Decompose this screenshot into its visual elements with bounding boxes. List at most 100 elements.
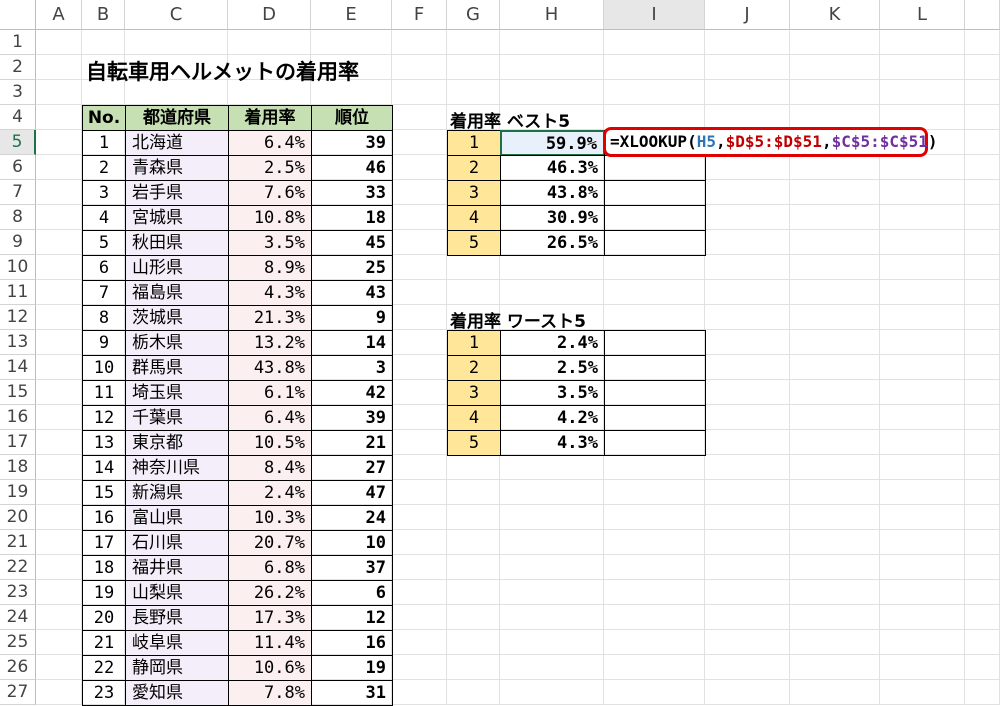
worst5-rate-cell[interactable]: 4.2% [500, 405, 605, 431]
worst5-rank-cell[interactable]: 2 [447, 355, 501, 381]
best5-rate-cell[interactable]: 26.5% [500, 230, 605, 256]
row-header-6[interactable]: 6 [0, 155, 36, 180]
worst5-rank-cell[interactable]: 3 [447, 380, 501, 406]
worst5-rank-cell[interactable]: 5 [447, 430, 501, 456]
column-header-L[interactable]: L [880, 0, 965, 30]
table-cell-rate[interactable]: 8.4% [228, 455, 312, 481]
column-header-A[interactable]: A [36, 0, 82, 30]
table-cell-prefecture[interactable]: 山梨県 [125, 580, 229, 606]
row-header-4[interactable]: 4 [0, 105, 36, 130]
table-cell-rank[interactable]: 19 [311, 655, 393, 681]
column-header-G[interactable]: G [447, 0, 500, 30]
column-header-C[interactable]: C [125, 0, 228, 30]
column-header-K[interactable]: K [790, 0, 880, 30]
table-cell-rank[interactable]: 10 [311, 530, 393, 556]
table-cell-prefecture[interactable]: 群馬県 [125, 355, 229, 381]
table-cell-no[interactable]: 18 [82, 555, 126, 581]
worst5-rate-cell[interactable]: 4.3% [500, 430, 605, 456]
table-cell-rank[interactable]: 21 [311, 430, 393, 456]
table-cell-rank[interactable]: 18 [311, 205, 393, 231]
row-header-9[interactable]: 9 [0, 230, 36, 255]
table-cell-no[interactable]: 13 [82, 430, 126, 456]
table-cell-rate[interactable]: 17.3% [228, 605, 312, 631]
column-header-F[interactable]: F [392, 0, 447, 30]
table-cell-rate[interactable]: 6.8% [228, 555, 312, 581]
table-cell-rank[interactable]: 46 [311, 155, 393, 181]
table-header-cell[interactable]: 順位 [311, 105, 393, 131]
table-cell-no[interactable]: 11 [82, 380, 126, 406]
table-cell-rate[interactable]: 10.3% [228, 505, 312, 531]
table-cell-rate[interactable]: 7.8% [228, 680, 312, 706]
table-cell-prefecture[interactable]: 東京都 [125, 430, 229, 456]
table-cell-rank[interactable]: 33 [311, 180, 393, 206]
table-cell-no[interactable]: 12 [82, 405, 126, 431]
row-header-23[interactable]: 23 [0, 580, 36, 605]
table-cell-no[interactable]: 2 [82, 155, 126, 181]
best5-rank-cell[interactable]: 2 [447, 155, 501, 181]
best5-prefecture-cell[interactable] [604, 205, 706, 231]
worst5-prefecture-cell[interactable] [604, 330, 706, 356]
table-cell-prefecture[interactable]: 石川県 [125, 530, 229, 556]
table-cell-prefecture[interactable]: 茨城県 [125, 305, 229, 331]
table-cell-rank[interactable]: 39 [311, 130, 393, 156]
table-cell-rate[interactable]: 7.6% [228, 180, 312, 206]
table-cell-prefecture[interactable]: 宮城県 [125, 205, 229, 231]
table-cell-no[interactable]: 8 [82, 305, 126, 331]
row-header-10[interactable]: 10 [0, 255, 36, 280]
table-header-cell[interactable]: 着用率 [228, 105, 312, 131]
column-header-M[interactable] [965, 0, 1000, 30]
table-cell-prefecture[interactable]: 新潟県 [125, 480, 229, 506]
table-cell-prefecture[interactable]: 北海道 [125, 130, 229, 156]
table-cell-rank[interactable]: 12 [311, 605, 393, 631]
worst5-rank-cell[interactable]: 1 [447, 330, 501, 356]
row-header-24[interactable]: 24 [0, 605, 36, 630]
table-cell-no[interactable]: 3 [82, 180, 126, 206]
table-cell-rate[interactable]: 6.4% [228, 405, 312, 431]
column-header-H[interactable]: H [500, 0, 604, 30]
table-cell-prefecture[interactable]: 富山県 [125, 505, 229, 531]
table-cell-rank[interactable]: 39 [311, 405, 393, 431]
table-cell-rank[interactable]: 24 [311, 505, 393, 531]
table-cell-rate[interactable]: 2.4% [228, 480, 312, 506]
worst5-rank-cell[interactable]: 4 [447, 405, 501, 431]
table-cell-no[interactable]: 22 [82, 655, 126, 681]
table-cell-prefecture[interactable]: 千葉県 [125, 405, 229, 431]
table-cell-rank[interactable]: 37 [311, 555, 393, 581]
table-cell-rank[interactable]: 31 [311, 680, 393, 706]
table-cell-no[interactable]: 20 [82, 605, 126, 631]
row-header-14[interactable]: 14 [0, 355, 36, 380]
table-cell-prefecture[interactable]: 岐阜県 [125, 630, 229, 656]
row-header-2[interactable]: 2 [0, 55, 36, 80]
table-cell-rank[interactable]: 16 [311, 630, 393, 656]
table-cell-rate[interactable]: 20.7% [228, 530, 312, 556]
worst5-prefecture-cell[interactable] [604, 355, 706, 381]
table-cell-rank[interactable]: 27 [311, 455, 393, 481]
table-cell-rate[interactable]: 2.5% [228, 155, 312, 181]
worst5-prefecture-cell[interactable] [604, 380, 706, 406]
table-cell-no[interactable]: 15 [82, 480, 126, 506]
worst5-prefecture-cell[interactable] [604, 405, 706, 431]
table-cell-no[interactable]: 7 [82, 280, 126, 306]
table-cell-rate[interactable]: 43.8% [228, 355, 312, 381]
table-cell-prefecture[interactable]: 福島県 [125, 280, 229, 306]
row-header-5[interactable]: 5 [0, 130, 36, 155]
table-cell-rate[interactable]: 11.4% [228, 630, 312, 656]
best5-rate-cell[interactable]: 43.8% [500, 180, 605, 206]
table-cell-prefecture[interactable]: 秋田県 [125, 230, 229, 256]
table-cell-no[interactable]: 6 [82, 255, 126, 281]
table-cell-rank[interactable]: 14 [311, 330, 393, 356]
table-cell-prefecture[interactable]: 神奈川県 [125, 455, 229, 481]
best5-rank-cell[interactable]: 3 [447, 180, 501, 206]
table-header-cell[interactable]: 都道府県 [125, 105, 229, 131]
column-header-E[interactable]: E [311, 0, 392, 30]
row-header-21[interactable]: 21 [0, 530, 36, 555]
table-cell-rate[interactable]: 6.1% [228, 380, 312, 406]
best5-prefecture-cell[interactable] [604, 180, 706, 206]
table-cell-prefecture[interactable]: 埼玉県 [125, 380, 229, 406]
column-header-I[interactable]: I [604, 0, 705, 30]
formula-display[interactable]: =XLOOKUP(H5,$D$5:$D$51,$C$5:$C$51) [603, 127, 938, 157]
table-cell-prefecture[interactable]: 栃木県 [125, 330, 229, 356]
row-header-3[interactable]: 3 [0, 80, 36, 105]
select-all-corner[interactable] [0, 0, 36, 30]
table-cell-rank[interactable]: 42 [311, 380, 393, 406]
